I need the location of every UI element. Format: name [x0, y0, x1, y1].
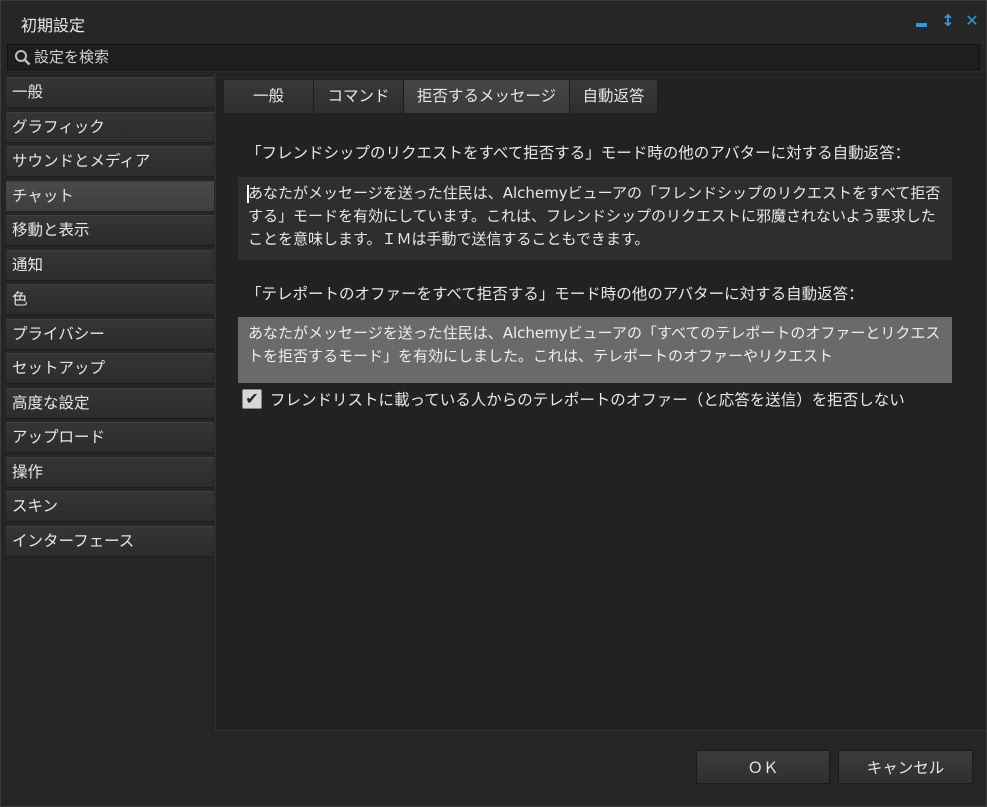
allow-friends-teleport-label[interactable]: フレンドリストに載っている人からのテレポートのオファー（と応答を送信）を拒否しな… — [270, 388, 905, 410]
teleport-autoresponse-label: 「テレポートのオファーをすべて拒否する」モード時の他のアバターに対する自動返答： — [246, 285, 864, 303]
text-caret — [247, 185, 249, 203]
sidebar-item-colors[interactable]: 色 — [6, 284, 214, 315]
teleport-autoresponse-text: あなたがメッセージを送った住民は、Alchemyビューアの「すべてのテレポートの… — [248, 324, 941, 365]
sidebar-item-graphics[interactable]: グラフィック — [6, 111, 214, 143]
window-title: 初期設定 — [21, 16, 86, 35]
search-icon — [15, 50, 31, 66]
sidebar-item-upload[interactable]: アップロード — [6, 422, 214, 453]
sidebar-item-chat[interactable]: チャット — [6, 180, 214, 212]
allow-friends-teleport-row[interactable]: ✔ フレンドリストに載っている人からのテレポートのオファー（と応答を送信）を拒否… — [242, 387, 905, 411]
sidebar-item-interface[interactable]: インターフェース — [6, 525, 214, 557]
sidebar-item-skins[interactable]: スキン — [6, 491, 214, 522]
title-bar[interactable]: 初期設定 ↕ ✕ — [1, 1, 986, 43]
sidebar-item-notifications[interactable]: 通知 — [6, 249, 214, 281]
sidebar-item-advanced[interactable]: 高度な設定 — [6, 387, 214, 419]
maximize-icon[interactable]: ↕ — [939, 10, 957, 32]
sidebar-item-general[interactable]: 一般 — [6, 77, 214, 108]
tab-rejected-messages[interactable]: 拒否するメッセージ — [404, 80, 570, 113]
search-input[interactable] — [34, 47, 964, 67]
friendship-autoresponse-textarea[interactable]: あなたがメッセージを送った住民は、Alchemyビューアの「フレンドシップのリク… — [238, 177, 952, 260]
sidebar-item-privacy[interactable]: プライバシー — [6, 318, 214, 350]
sidebar: 一般 グラフィック サウンドとメディア チャット 移動と表示 通知 色 プライバ… — [6, 77, 216, 560]
tab-auto-response[interactable]: 自動返答 — [570, 80, 658, 113]
tab-commands[interactable]: コマンド — [314, 80, 404, 113]
friendship-autoresponse-label: 「フレンドシップのリクエストをすべて拒否する」モード時の他のアバターに対する自動… — [246, 144, 911, 162]
sidebar-item-sound-media[interactable]: サウンドとメディア — [6, 146, 214, 177]
close-icon[interactable]: ✕ — [963, 10, 981, 32]
sidebar-item-setup[interactable]: セットアップ — [6, 353, 214, 384]
minimize-icon[interactable] — [912, 10, 930, 32]
settings-panel: 一般 コマンド 拒否するメッセージ 自動返答 「フレンドシップのリクエストをすべ… — [215, 73, 986, 731]
ok-button[interactable]: ＯＫ — [696, 750, 830, 784]
teleport-autoresponse-textarea[interactable]: あなたがメッセージを送った住民は、Alchemyビューアの「すべてのテレポートの… — [238, 317, 952, 383]
sidebar-item-controls[interactable]: 操作 — [6, 456, 214, 488]
tab-bar: 一般 コマンド 拒否するメッセージ 自動返答 — [224, 80, 658, 113]
preferences-window: 初期設定 ↕ ✕ 一般 グラフィック サウンドとメディア チャット 移動と表示 … — [0, 0, 987, 807]
tab-general[interactable]: 一般 — [224, 80, 314, 113]
allow-friends-teleport-checkbox[interactable]: ✔ — [242, 389, 262, 409]
friendship-autoresponse-text: あなたがメッセージを送った住民は、Alchemyビューアの「フレンドシップのリク… — [248, 184, 941, 248]
search-bar — [7, 44, 980, 70]
sidebar-item-move-view[interactable]: 移動と表示 — [6, 215, 214, 246]
cancel-button[interactable]: キャンセル — [838, 750, 973, 784]
